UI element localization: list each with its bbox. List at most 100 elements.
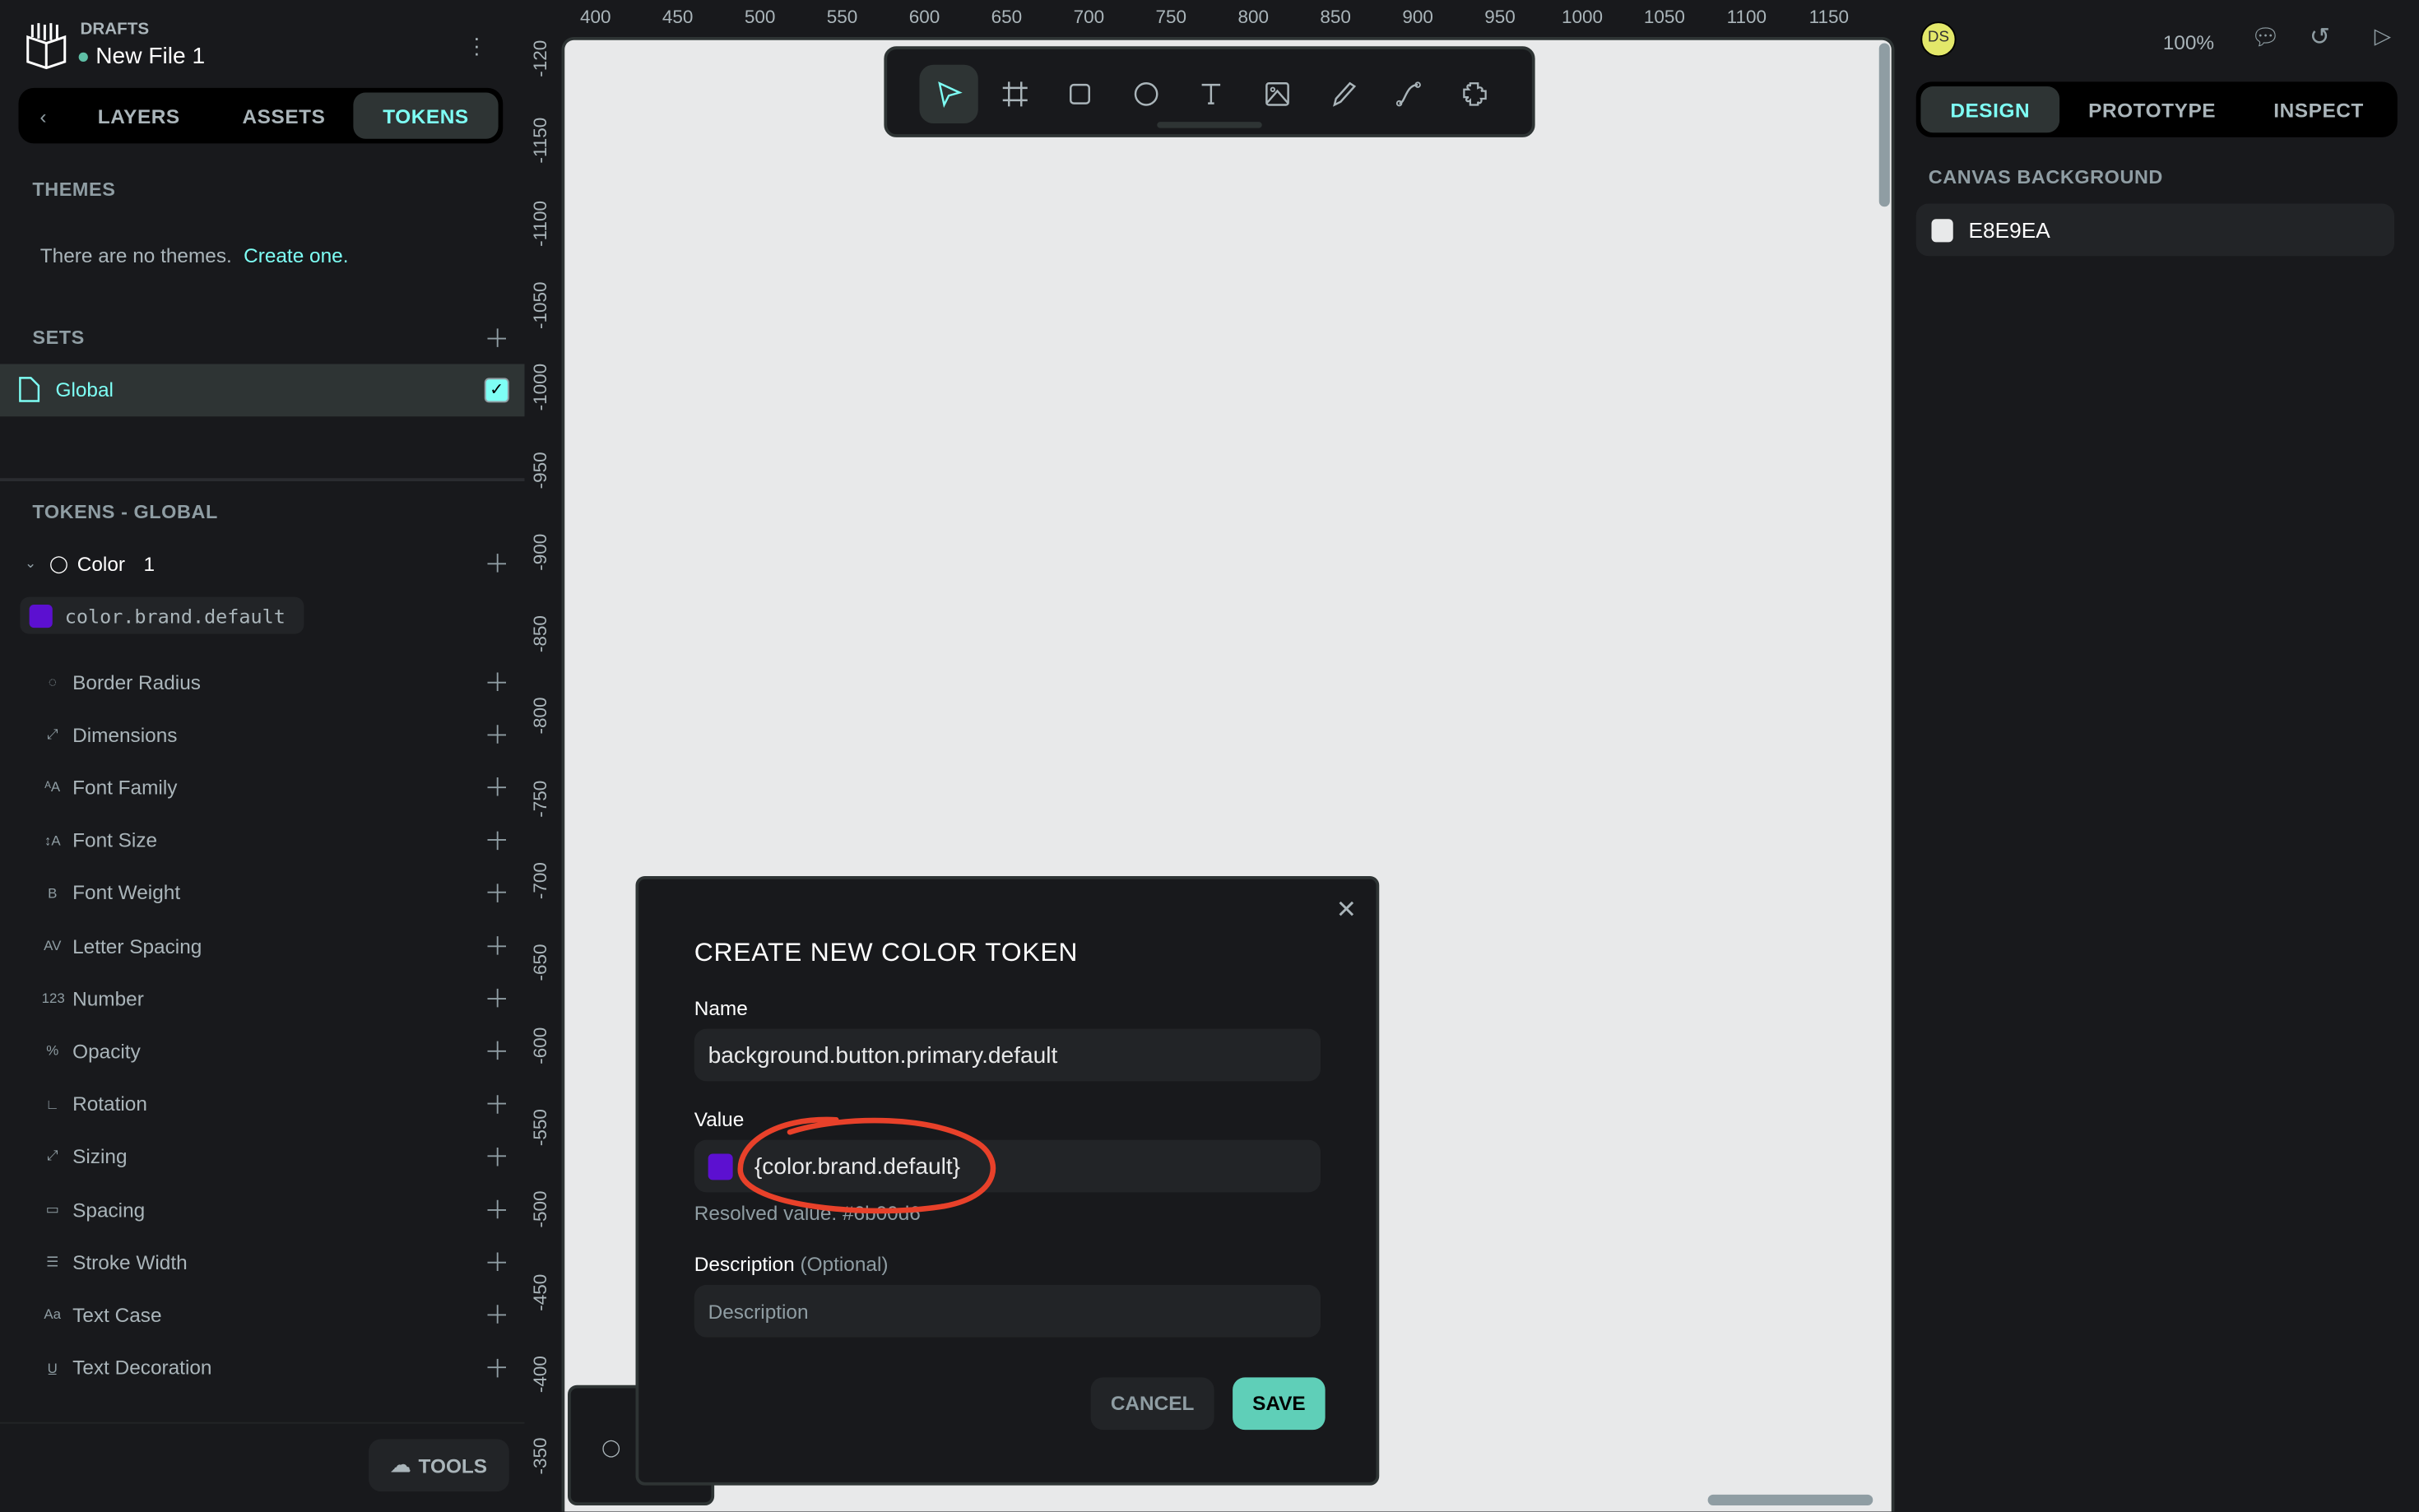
tab-assets[interactable]: ASSETS — [215, 93, 354, 139]
token-type-icon: AV — [42, 938, 63, 953]
tab-tokens[interactable]: TOKENS — [353, 93, 498, 139]
drafts-label: DRAFTS — [81, 20, 150, 39]
collapse-chevron-icon[interactable]: ‹ — [23, 104, 63, 128]
cancel-button[interactable]: CANCEL — [1091, 1377, 1214, 1430]
token-type-sizing[interactable]: ⤢ Sizing — [42, 1141, 505, 1172]
add-token-icon[interactable] — [488, 1148, 507, 1166]
tab-inspect[interactable]: INSPECT — [2245, 86, 2393, 132]
rectangle-tool[interactable] — [1051, 65, 1109, 123]
toolbar-drag-handle[interactable] — [1157, 122, 1262, 128]
ruler-y-label: -650 — [529, 944, 550, 981]
close-icon[interactable]: ✕ — [1336, 895, 1357, 926]
token-type-rotation[interactable]: ∟Rotation — [42, 1088, 505, 1120]
tab-prototype[interactable]: PROTOTYPE — [2059, 86, 2245, 132]
color-palette-drop-icon[interactable]: ◯ — [601, 1438, 620, 1458]
ruler-y-label: -950 — [529, 451, 550, 488]
add-token-icon[interactable] — [488, 884, 507, 902]
add-set-icon[interactable] — [488, 328, 507, 347]
token-type-label: Sizing — [72, 1145, 127, 1168]
add-token-icon[interactable] — [488, 1358, 507, 1377]
pencil-icon — [1328, 79, 1359, 110]
ruler-y-label: -450 — [529, 1273, 550, 1310]
add-token-icon[interactable] — [488, 1094, 507, 1113]
add-token-icon[interactable] — [488, 1253, 507, 1272]
token-type-number[interactable]: 123Number — [42, 983, 505, 1014]
token-type-spacing[interactable]: ▭Spacing — [42, 1194, 505, 1225]
token-type-letter-spacing[interactable]: AVLetter Spacing — [42, 930, 505, 962]
add-token-icon[interactable] — [488, 1306, 507, 1324]
token-type-border-radius[interactable]: ◌ Border Radius — [42, 666, 505, 698]
tab-layers[interactable]: LAYERS — [63, 93, 215, 139]
save-button[interactable]: SAVE — [1233, 1377, 1326, 1430]
ruler-y-label: -600 — [529, 1027, 550, 1064]
path-tool[interactable] — [1380, 65, 1438, 123]
user-avatar[interactable]: DS — [1920, 21, 1956, 57]
token-type-icon: ◌ — [42, 674, 63, 689]
add-token-icon[interactable] — [488, 831, 507, 850]
text-tool[interactable] — [1182, 65, 1241, 123]
canvas-background-row[interactable]: E8E9EA — [1916, 204, 2394, 257]
token-type-label: Stroke Width — [72, 1250, 188, 1273]
add-token-icon[interactable] — [488, 989, 507, 1008]
file-name[interactable]: New File 1 — [95, 44, 205, 70]
token-pill[interactable]: color.brand.default — [20, 597, 304, 634]
right-panel: DS 100% 💬︎ ↺ ▷ DESIGN PROTOTYPE INSPECT … — [1895, 0, 2419, 1512]
ruler-y-label: -350 — [529, 1438, 550, 1475]
name-input[interactable]: background.button.primary.default — [694, 1029, 1321, 1082]
themes-heading: THEMES — [32, 179, 115, 201]
token-type-dimensions[interactable]: ⤢Dimensions — [42, 719, 505, 750]
add-token-icon[interactable] — [488, 1200, 507, 1219]
kebab-menu-icon[interactable]: ··· — [471, 34, 483, 57]
canvas-background-heading: CANVAS BACKGROUND — [1929, 167, 2163, 188]
description-label: Description (Optional) — [694, 1253, 889, 1276]
set-item-global[interactable]: Global ✓ — [0, 364, 525, 417]
token-type-font-family[interactable]: ᴬAFont Family — [42, 772, 505, 803]
comments-icon[interactable]: 💬︎ — [2251, 23, 2281, 51]
zoom-level[interactable]: 100% — [2163, 31, 2214, 54]
description-label-text: Description — [694, 1253, 795, 1276]
token-type-stroke-width[interactable]: ☰Stroke Width — [42, 1246, 505, 1278]
tools-button[interactable]: ☁ TOOLS — [369, 1439, 509, 1491]
add-token-icon[interactable] — [488, 1041, 507, 1060]
token-type-text-decoration[interactable]: U̲Text Decoration — [42, 1352, 505, 1384]
add-token-icon[interactable] — [488, 778, 507, 797]
drawing-toolbar — [884, 46, 1535, 137]
play-icon[interactable]: ▷ — [2375, 23, 2391, 49]
create-theme-link[interactable]: Create one. — [244, 243, 348, 267]
pencil-tool[interactable] — [1314, 65, 1372, 123]
description-input[interactable]: Description — [694, 1285, 1321, 1338]
ruler-x-label: 800 — [1237, 7, 1269, 28]
token-type-font-weight[interactable]: BFont Weight — [42, 877, 505, 908]
token-type-font-size[interactable]: ↕AFont Size — [42, 824, 505, 856]
board-tool[interactable] — [985, 65, 1043, 123]
token-type-label: Font Weight — [72, 881, 180, 904]
add-token-icon[interactable] — [488, 673, 507, 692]
image-tool[interactable] — [1248, 65, 1307, 123]
plugins-tool[interactable] — [1445, 65, 1503, 123]
vertical-scrollbar[interactable] — [1879, 44, 1890, 207]
ruler-y-label: -120 — [529, 40, 550, 77]
add-token-icon[interactable] — [488, 726, 507, 744]
token-type-label: Border Radius — [72, 670, 201, 693]
ruler-y-label: -850 — [529, 615, 550, 652]
canvas-color-swatch[interactable] — [1932, 218, 1953, 241]
move-tool[interactable] — [920, 65, 978, 123]
token-type-icon: ↕A — [42, 833, 63, 848]
move-icon — [933, 79, 964, 110]
ellipse-tool[interactable] — [1117, 65, 1175, 123]
canvas-color-value[interactable]: E8E9EA — [1969, 217, 2050, 242]
add-token-icon[interactable] — [488, 936, 507, 955]
ruler-x-label: 900 — [1402, 7, 1433, 28]
token-type-text-case[interactable]: AaText Case — [42, 1299, 505, 1330]
set-active-checkbox[interactable]: ✓ — [485, 378, 509, 402]
horizontal-scrollbar[interactable] — [1708, 1495, 1873, 1505]
ruler-y-label: -900 — [529, 533, 550, 570]
tab-design[interactable]: DESIGN — [1920, 86, 2059, 132]
history-icon[interactable]: ↺ — [2310, 21, 2330, 53]
token-group-color[interactable]: ⌄ ◯ Color 1 — [25, 550, 503, 577]
token-type-opacity[interactable]: %Opacity — [42, 1036, 505, 1067]
color-drop-icon: ◯ — [49, 553, 77, 573]
token-type-icon: ⤢ — [42, 1148, 63, 1166]
ruler-y-label: -550 — [529, 1109, 550, 1146]
add-color-token-icon[interactable] — [488, 554, 507, 573]
